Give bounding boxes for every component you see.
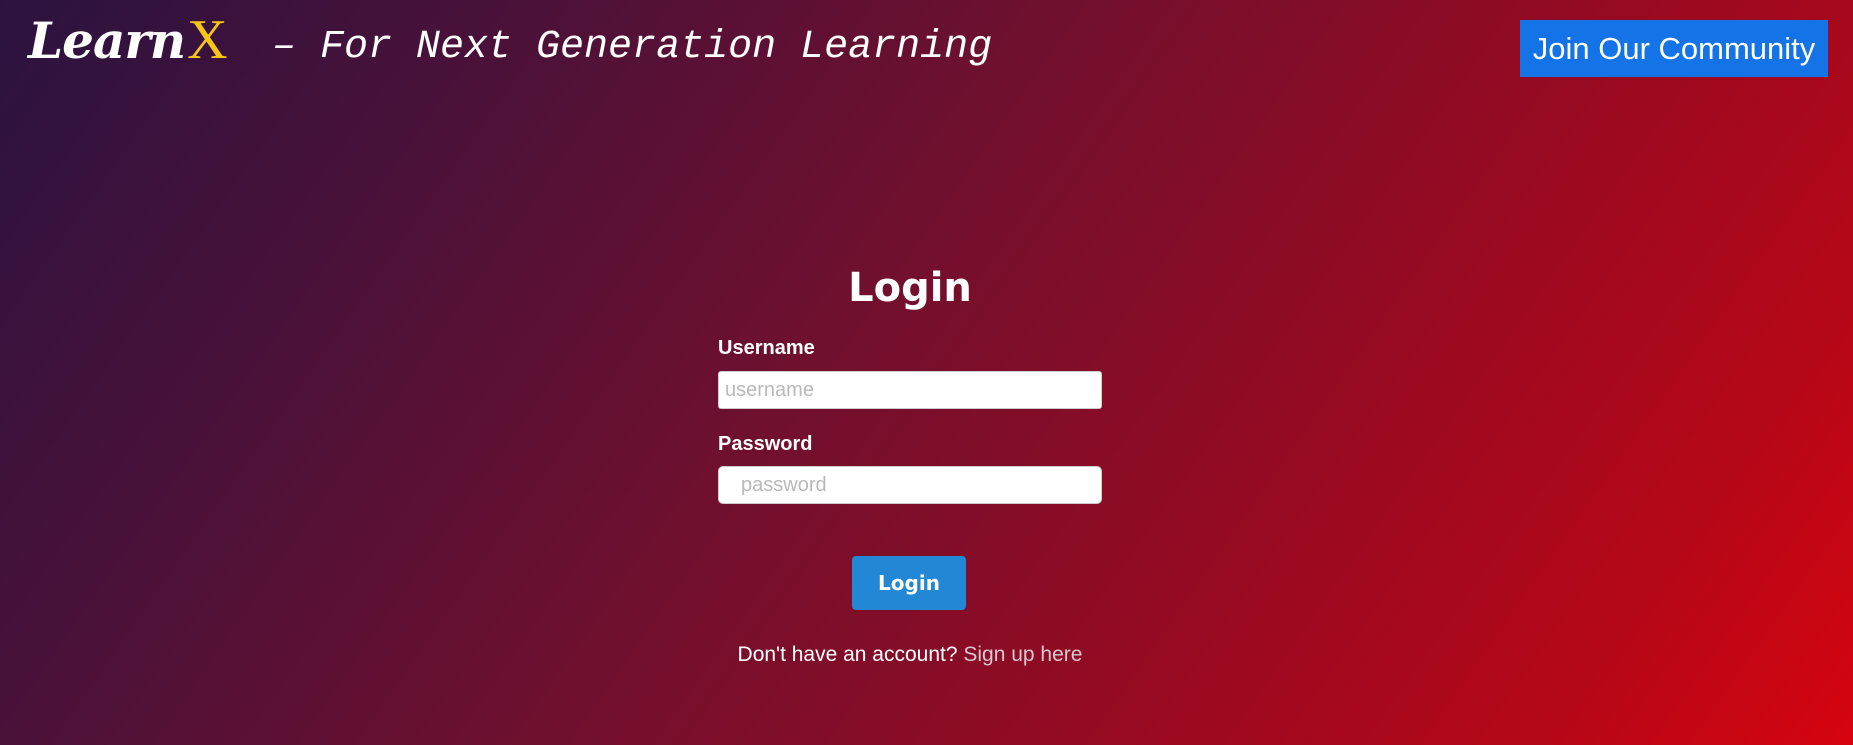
password-label: Password xyxy=(718,433,813,455)
signup-prompt-line: Don't have an account? Sign up here xyxy=(718,642,1102,668)
brand-name: Learn xyxy=(28,11,186,70)
join-community-button[interactable]: Join Our Community xyxy=(1520,20,1828,77)
brand-logo[interactable]: LearnX xyxy=(28,9,228,71)
login-button[interactable]: Login xyxy=(852,556,966,610)
brand-accent-letter: X xyxy=(187,9,227,71)
username-label: Username xyxy=(718,337,815,359)
signup-link[interactable]: Sign up here xyxy=(963,643,1082,666)
signup-prompt-text: Don't have an account? xyxy=(737,643,958,666)
username-input[interactable] xyxy=(718,371,1102,409)
tagline: – For Next Generation Learning xyxy=(272,25,993,70)
password-input[interactable] xyxy=(718,466,1102,504)
login-title: Login xyxy=(848,265,972,311)
